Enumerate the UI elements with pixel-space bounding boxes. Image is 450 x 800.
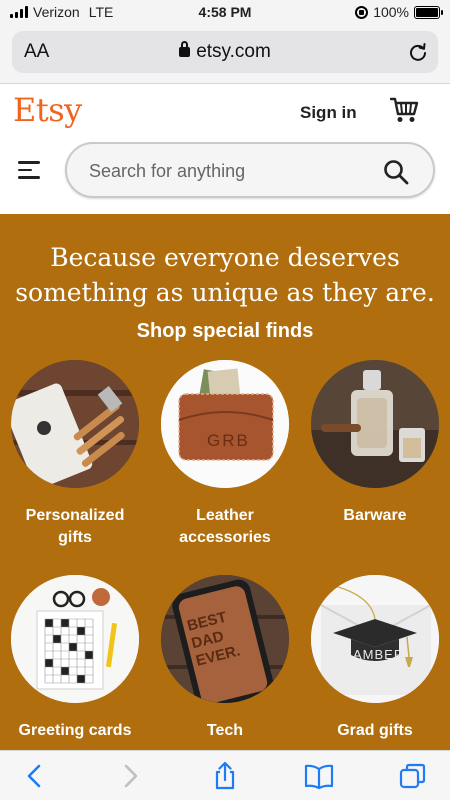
hero-headline-line2: something as unique as they are.	[15, 278, 435, 307]
category-label: Barware	[300, 505, 450, 527]
battery-percent: 100%	[373, 4, 409, 20]
back-icon[interactable]	[20, 761, 50, 791]
sign-in-link[interactable]: Sign in	[300, 103, 357, 123]
search-input[interactable]: Search for anything	[65, 142, 435, 198]
menu-icon[interactable]	[18, 161, 40, 179]
category-label-line1: Greeting cards	[18, 722, 132, 739]
browser-address-bar: AA etsy.com	[0, 26, 450, 84]
bbq-tools-photo	[11, 360, 139, 488]
category-leather-accessories[interactable]: GRB Leather accessories	[150, 360, 300, 549]
site-header: Etsy Sign in Search for anything	[0, 84, 450, 214]
leather-wallet-photo: GRB	[161, 360, 289, 488]
category-label: Tech	[150, 720, 300, 742]
category-barware[interactable]: Barware	[300, 360, 450, 527]
category-grad-gifts[interactable]: AMBER Grad gifts	[300, 575, 450, 742]
browser-toolbar	[0, 750, 450, 800]
category-label: Leather accessories	[150, 505, 300, 549]
url-display[interactable]: etsy.com	[12, 41, 438, 63]
share-icon[interactable]	[210, 761, 240, 791]
category-personalized-gifts[interactable]: Personalized gifts	[0, 360, 150, 549]
hero-subheading: Shop special finds	[136, 320, 314, 342]
hero-headline: Because everyone deserves something as u…	[0, 240, 450, 310]
orientation-lock-icon	[355, 5, 369, 19]
category-label-line1: Barware	[343, 507, 407, 524]
svg-text:GRB: GRB	[207, 431, 250, 450]
hero-banner: Because everyone deserves something as u…	[0, 214, 450, 750]
category-label: Personalized gifts	[0, 505, 150, 549]
forward-icon[interactable]	[115, 761, 145, 791]
battery-icon	[414, 5, 443, 19]
grad-cap-ornament-photo: AMBER	[311, 575, 439, 703]
phone-case-photo: BEST DAD EVER.	[161, 575, 289, 703]
crossword-card-photo	[11, 575, 139, 703]
url-text: etsy.com	[196, 41, 271, 62]
category-label: Grad gifts	[300, 720, 450, 742]
category-tech[interactable]: BEST DAD EVER. Tech	[150, 575, 300, 742]
reload-icon[interactable]	[408, 42, 428, 62]
category-label-line1: Leather	[196, 507, 254, 524]
etsy-logo[interactable]: Etsy	[13, 91, 82, 129]
category-label: Greeting cards	[0, 720, 150, 742]
cart-icon[interactable]	[390, 96, 420, 124]
search-icon[interactable]	[383, 159, 409, 185]
category-label-line2: accessories	[179, 529, 271, 546]
category-greeting-cards[interactable]: Greeting cards	[0, 575, 150, 742]
status-right: 100%	[355, 4, 443, 20]
url-field[interactable]: AA etsy.com	[12, 31, 438, 73]
decanter-photo	[311, 360, 439, 488]
category-label-line2: gifts	[58, 529, 92, 546]
tabs-icon[interactable]	[398, 761, 428, 791]
category-label-line1: Personalized	[25, 507, 125, 524]
status-bar: Verizon LTE 4:58 PM 100%	[0, 0, 450, 26]
padlock-icon	[179, 41, 191, 57]
category-label-line1: Grad gifts	[337, 722, 413, 739]
hero-headline-line1: Because everyone deserves	[50, 243, 400, 272]
svg-text:AMBER: AMBER	[353, 647, 404, 662]
category-label-line1: Tech	[206, 722, 244, 739]
bookmarks-icon[interactable]	[304, 761, 334, 791]
search-placeholder: Search for anything	[89, 161, 246, 181]
